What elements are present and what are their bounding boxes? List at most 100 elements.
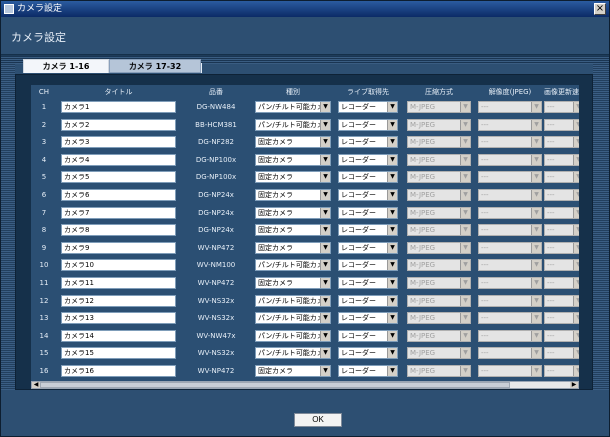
tab-camera-17-32[interactable]: カメラ 17-32 — [109, 59, 201, 73]
dropdown-arrow-icon[interactable]: ▼ — [320, 137, 330, 148]
title-input[interactable]: カメラ12 — [61, 294, 176, 307]
type-select[interactable]: 固定カメラ ▼ — [255, 136, 331, 149]
compression-select[interactable]: M-JPEG ▼ — [407, 259, 471, 272]
compression-select[interactable]: M-JPEG ▼ — [407, 118, 471, 131]
dropdown-arrow-icon[interactable]: ▼ — [387, 154, 397, 165]
type-select[interactable]: パン/チルト可能カメラ ▼ — [255, 118, 331, 131]
refresh-rate-select[interactable]: --- ▼ — [544, 329, 579, 342]
dropdown-arrow-icon[interactable]: ▼ — [460, 190, 470, 200]
refresh-rate-select[interactable]: --- ▼ — [544, 224, 579, 237]
dropdown-arrow-icon[interactable]: ▼ — [573, 119, 579, 130]
dropdown-arrow-icon[interactable]: ▼ — [387, 225, 397, 236]
dropdown-arrow-icon[interactable]: ▼ — [531, 207, 541, 218]
dropdown-arrow-icon[interactable]: ▼ — [387, 295, 397, 306]
dropdown-arrow-icon[interactable]: ▼ — [531, 313, 541, 324]
live-source-select[interactable]: レコーダー ▼ — [338, 153, 398, 166]
live-source-select[interactable]: レコーダー ▼ — [338, 329, 398, 342]
live-source-select[interactable]: レコーダー ▼ — [338, 118, 398, 131]
type-select[interactable]: パン/チルト可能カメラ ▼ — [255, 329, 331, 342]
resolution-select[interactable]: --- ▼ — [478, 118, 542, 131]
compression-select[interactable]: M-JPEG ▼ — [407, 329, 471, 342]
title-input[interactable]: カメラ1 — [61, 101, 176, 113]
type-select[interactable]: パン/チルト可能カメラ ▼ — [255, 259, 331, 272]
title-input[interactable]: カメラ14 — [61, 329, 176, 342]
compression-select[interactable]: M-JPEG ▼ — [407, 171, 471, 184]
dropdown-arrow-icon[interactable]: ▼ — [387, 102, 397, 112]
dropdown-arrow-icon[interactable]: ▼ — [460, 260, 470, 271]
live-source-select[interactable]: レコーダー ▼ — [338, 312, 398, 325]
dropdown-arrow-icon[interactable]: ▼ — [460, 278, 470, 288]
live-source-select[interactable]: レコーダー ▼ — [338, 365, 398, 377]
dropdown-arrow-icon[interactable]: ▼ — [387, 330, 397, 341]
live-source-select[interactable]: レコーダー ▼ — [338, 206, 398, 219]
dropdown-arrow-icon[interactable]: ▼ — [460, 330, 470, 341]
compression-select[interactable]: M-JPEG ▼ — [407, 241, 471, 254]
live-source-select[interactable]: レコーダー ▼ — [338, 101, 398, 113]
title-input[interactable]: カメラ11 — [61, 277, 176, 289]
dropdown-arrow-icon[interactable]: ▼ — [573, 313, 579, 324]
tab-camera-1-16[interactable]: カメラ 1-16 — [23, 59, 109, 73]
dropdown-arrow-icon[interactable]: ▼ — [387, 260, 397, 271]
scroll-right-icon[interactable]: ▶ — [570, 382, 578, 388]
live-source-select[interactable]: レコーダー ▼ — [338, 189, 398, 201]
type-select[interactable]: 固定カメラ ▼ — [255, 189, 331, 201]
dropdown-arrow-icon[interactable]: ▼ — [460, 242, 470, 253]
type-select[interactable]: 固定カメラ ▼ — [255, 365, 331, 377]
compression-select[interactable]: M-JPEG ▼ — [407, 347, 471, 360]
compression-select[interactable]: M-JPEG ▼ — [407, 136, 471, 149]
title-input[interactable]: カメラ6 — [61, 189, 176, 201]
resolution-select[interactable]: --- ▼ — [478, 277, 542, 289]
dropdown-arrow-icon[interactable]: ▼ — [531, 154, 541, 165]
dropdown-arrow-icon[interactable]: ▼ — [460, 295, 470, 306]
title-input[interactable]: カメラ4 — [61, 153, 176, 166]
compression-select[interactable]: M-JPEG ▼ — [407, 312, 471, 325]
compression-select[interactable]: M-JPEG ▼ — [407, 153, 471, 166]
resolution-select[interactable]: --- ▼ — [478, 224, 542, 237]
resolution-select[interactable]: --- ▼ — [478, 101, 542, 113]
dropdown-arrow-icon[interactable]: ▼ — [387, 207, 397, 218]
live-source-select[interactable]: レコーダー ▼ — [338, 241, 398, 254]
live-source-select[interactable]: レコーダー ▼ — [338, 347, 398, 360]
refresh-rate-select[interactable]: --- ▼ — [544, 118, 579, 131]
refresh-rate-select[interactable]: --- ▼ — [544, 259, 579, 272]
refresh-rate-select[interactable]: --- ▼ — [544, 206, 579, 219]
title-input[interactable]: カメラ8 — [61, 224, 176, 237]
dropdown-arrow-icon[interactable]: ▼ — [531, 225, 541, 236]
scrollbar-thumb[interactable] — [40, 382, 510, 388]
dropdown-arrow-icon[interactable]: ▼ — [573, 190, 579, 200]
dropdown-arrow-icon[interactable]: ▼ — [320, 207, 330, 218]
dropdown-arrow-icon[interactable]: ▼ — [531, 137, 541, 148]
compression-select[interactable]: M-JPEG ▼ — [407, 365, 471, 377]
type-select[interactable]: パン/チルト可能カメラ ▼ — [255, 101, 331, 113]
dropdown-arrow-icon[interactable]: ▼ — [387, 313, 397, 324]
type-select[interactable]: パン/チルト可能カメラ ▼ — [255, 294, 331, 307]
title-input[interactable]: カメラ13 — [61, 312, 176, 325]
dropdown-arrow-icon[interactable]: ▼ — [320, 313, 330, 324]
type-select[interactable]: 固定カメラ ▼ — [255, 171, 331, 184]
dropdown-arrow-icon[interactable]: ▼ — [573, 366, 579, 376]
dropdown-arrow-icon[interactable]: ▼ — [387, 278, 397, 288]
dropdown-arrow-icon[interactable]: ▼ — [573, 295, 579, 306]
dropdown-arrow-icon[interactable]: ▼ — [531, 190, 541, 200]
dropdown-arrow-icon[interactable]: ▼ — [573, 348, 579, 359]
dropdown-arrow-icon[interactable]: ▼ — [531, 119, 541, 130]
resolution-select[interactable]: --- ▼ — [478, 136, 542, 149]
dropdown-arrow-icon[interactable]: ▼ — [531, 295, 541, 306]
live-source-select[interactable]: レコーダー ▼ — [338, 277, 398, 289]
refresh-rate-select[interactable]: --- ▼ — [544, 136, 579, 149]
compression-select[interactable]: M-JPEG ▼ — [407, 294, 471, 307]
dropdown-arrow-icon[interactable]: ▼ — [387, 190, 397, 200]
dropdown-arrow-icon[interactable]: ▼ — [573, 260, 579, 271]
resolution-select[interactable]: --- ▼ — [478, 294, 542, 307]
dropdown-arrow-icon[interactable]: ▼ — [387, 242, 397, 253]
resolution-select[interactable]: --- ▼ — [478, 347, 542, 360]
dropdown-arrow-icon[interactable]: ▼ — [460, 119, 470, 130]
dropdown-arrow-icon[interactable]: ▼ — [573, 137, 579, 148]
dropdown-arrow-icon[interactable]: ▼ — [573, 278, 579, 288]
dropdown-arrow-icon[interactable]: ▼ — [320, 366, 330, 376]
close-icon[interactable]: × — [594, 3, 606, 15]
dropdown-arrow-icon[interactable]: ▼ — [460, 225, 470, 236]
dropdown-arrow-icon[interactable]: ▼ — [460, 207, 470, 218]
type-select[interactable]: 固定カメラ ▼ — [255, 277, 331, 289]
dropdown-arrow-icon[interactable]: ▼ — [320, 190, 330, 200]
